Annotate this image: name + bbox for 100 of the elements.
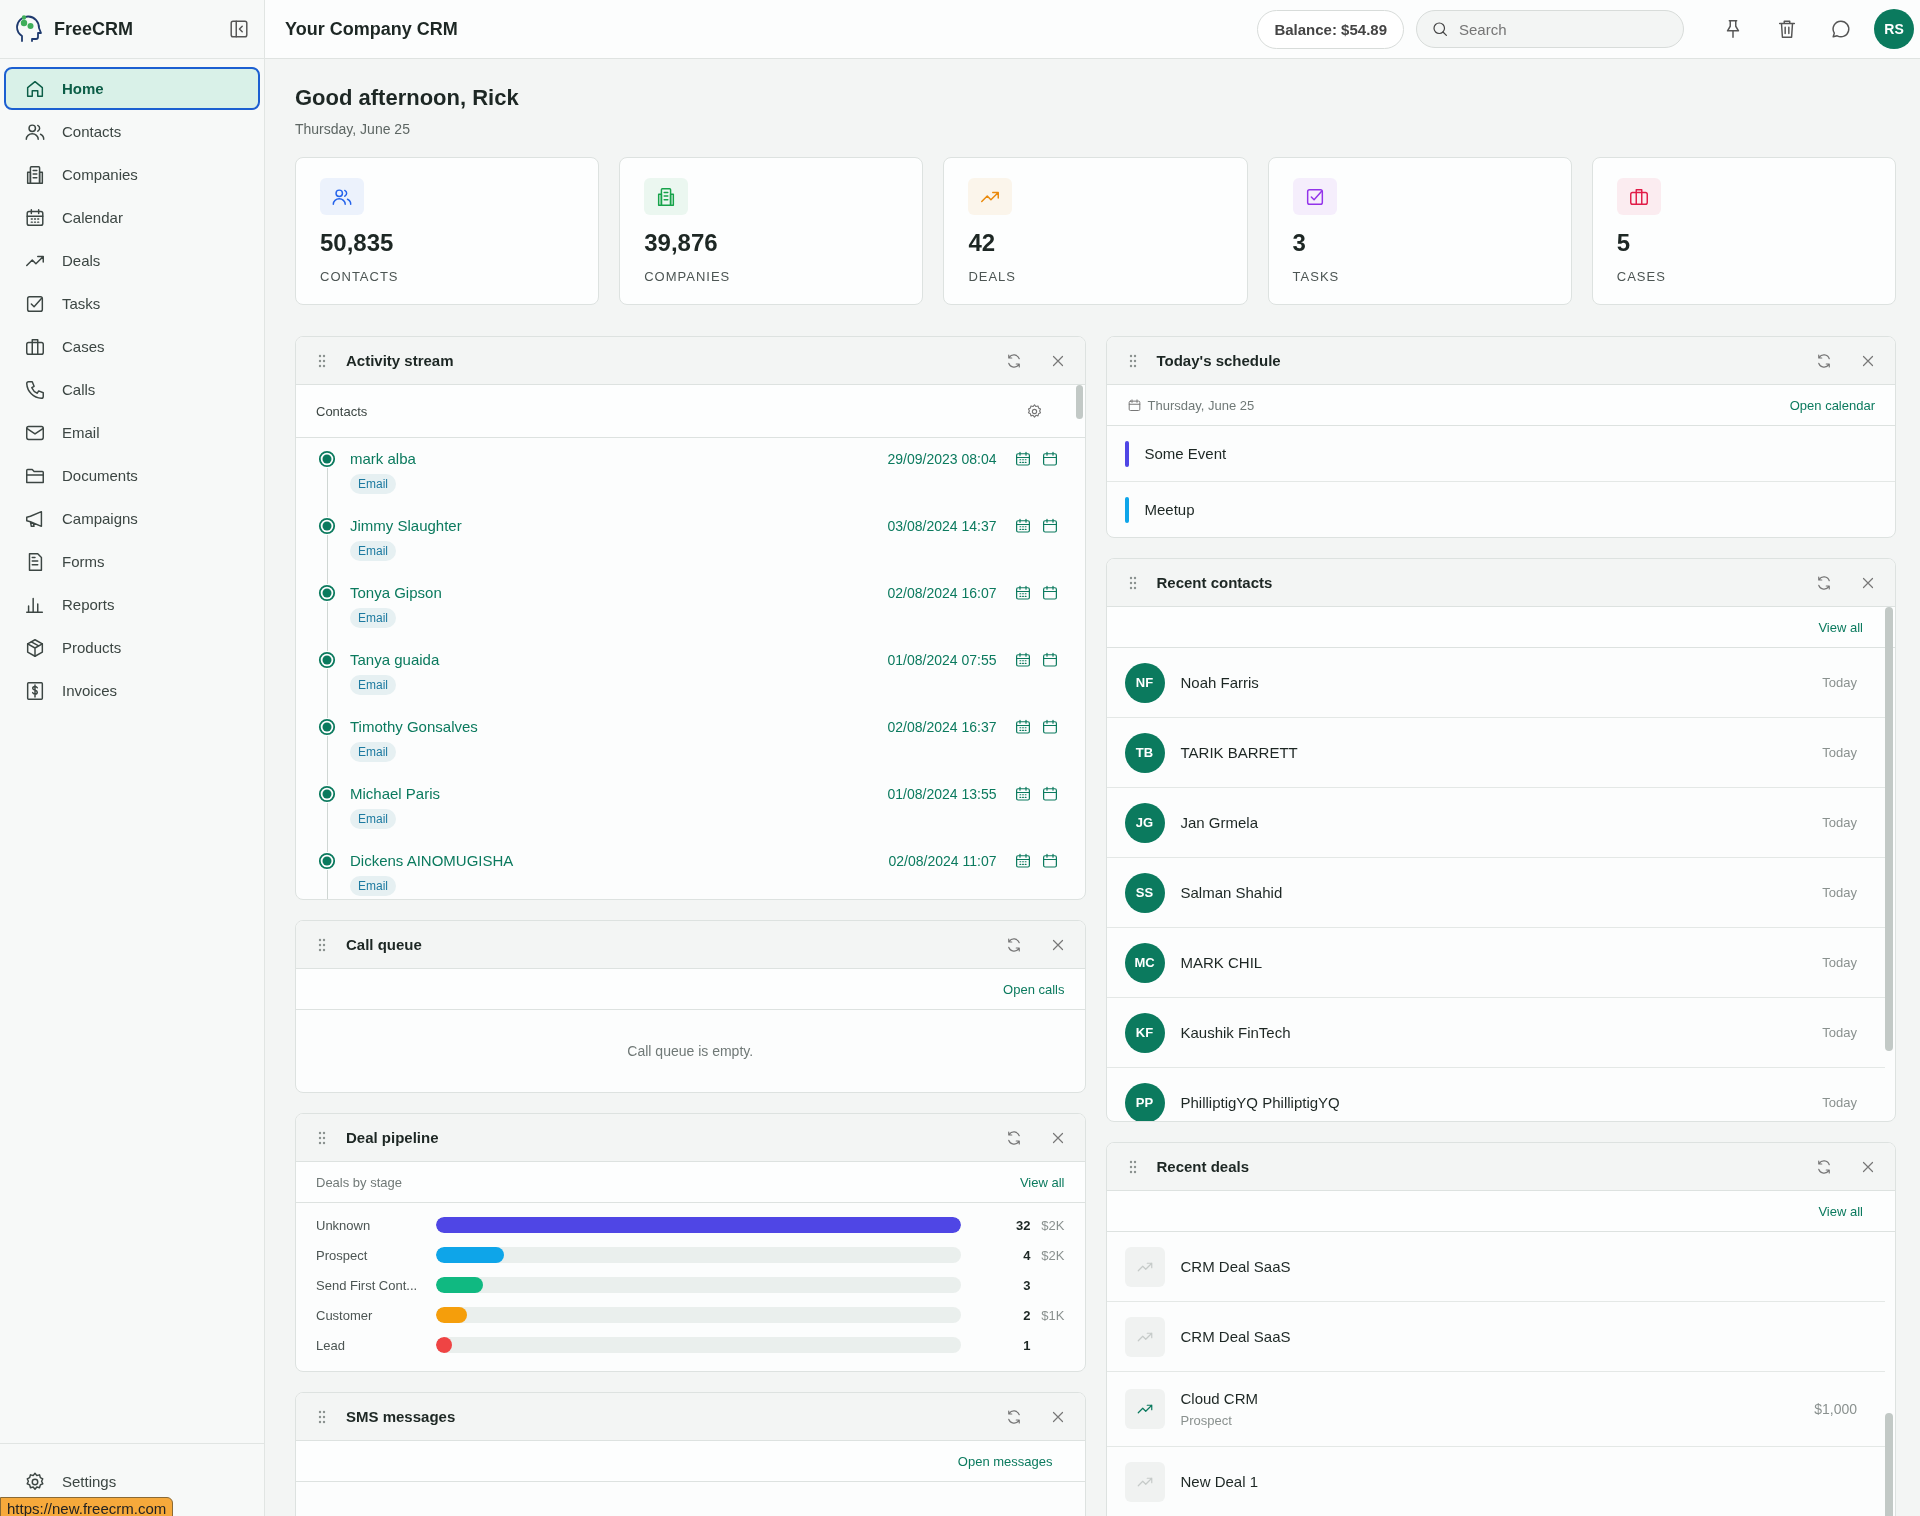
calendar-icon[interactable] (1040, 450, 1059, 468)
drag-handle-icon[interactable] (1128, 1159, 1137, 1174)
panel-title: Deal pipeline (346, 1129, 440, 1146)
sidebar-item[interactable]: Deals (4, 239, 260, 282)
contact-link[interactable]: Dickens AINOMUGISHA (350, 852, 514, 870)
settings-icon (24, 1470, 46, 1493)
activity-filter[interactable]: Contacts (316, 403, 368, 419)
open-calendar-link[interactable]: Open calendar (1789, 397, 1875, 413)
event-title[interactable]: Meetup (1144, 501, 1195, 518)
app-name: FreeCRM (54, 18, 134, 40)
calendar-icon[interactable] (1013, 651, 1032, 669)
calendar-icon[interactable] (1040, 785, 1059, 803)
collapse-sidebar-icon[interactable] (228, 18, 250, 40)
sidebar-item[interactable]: Home (4, 67, 260, 110)
open-calls-link[interactable]: Open calls (1003, 981, 1065, 997)
calendar-icon[interactable] (1040, 852, 1059, 870)
page-title: Your Company CRM (285, 18, 459, 40)
calendar-icon[interactable] (1013, 852, 1032, 870)
refresh-icon[interactable] (1815, 1157, 1833, 1176)
deal-name[interactable]: Cloud CRM (1180, 1390, 1799, 1407)
calendar-icon[interactable] (1013, 584, 1032, 602)
sidebar-item[interactable]: Documents (4, 454, 260, 497)
contact-link[interactable]: Michael Paris (350, 785, 441, 803)
stat-value: 39,876 (644, 229, 718, 257)
contact-avatar: TB (1124, 732, 1165, 773)
stat-card[interactable]: 39,876 COMPANIES (619, 157, 924, 305)
sidebar-item[interactable]: Email (4, 411, 260, 454)
activity-date: 01/08/2024 07:55 (887, 651, 997, 669)
view-all-link[interactable]: View all (1818, 619, 1863, 635)
contact-avatar: MC (1124, 942, 1165, 983)
stat-card[interactable]: 3 TASKS (1267, 157, 1572, 305)
deal-amount: $1,000 (1814, 1401, 1857, 1417)
stat-card[interactable]: 50,835 CONTACTS (295, 157, 600, 305)
stat-value: 3 (1292, 229, 1306, 257)
greeting: Good afternoon, Rick (295, 85, 520, 111)
drag-handle-icon[interactable] (318, 353, 326, 368)
view-all-link[interactable]: View all (1818, 1203, 1863, 1219)
contact-name[interactable]: Salman Shahid (1180, 884, 1807, 901)
contact-link[interactable]: mark alba (350, 450, 416, 468)
calendar-icon[interactable] (1013, 718, 1032, 736)
calendar-icon[interactable] (1040, 718, 1059, 736)
activity-date: 02/08/2024 11:07 (888, 852, 997, 870)
activity-date: 29/09/2023 08:04 (887, 450, 997, 468)
contact-link[interactable]: Tanya guaida (350, 651, 440, 669)
stage-label: Customer (316, 1307, 374, 1323)
panel-subtitle: Deals by stage (316, 1174, 402, 1190)
search-field[interactable]: Search (1457, 19, 1661, 39)
sidebar-item[interactable]: Calendar (4, 196, 260, 239)
sidebar-item[interactable]: Cases (4, 325, 260, 368)
open-messages-link[interactable]: Open messages (957, 1453, 1053, 1469)
contact-name[interactable]: Kaushik FinTech (1180, 1024, 1807, 1041)
box-icon (24, 636, 46, 659)
drag-handle-icon[interactable] (1128, 575, 1137, 590)
sidebar-item[interactable]: Calls (4, 368, 260, 411)
search-bar[interactable]: Search (1416, 10, 1684, 48)
stage-count: 2 (1022, 1307, 1031, 1323)
contact-name[interactable]: PhilliptigYQ PhilliptigYQ (1180, 1094, 1807, 1111)
contact-link[interactable]: Timothy Gonsalves (350, 718, 478, 736)
sidebar-item[interactable]: Invoices (4, 669, 260, 712)
calendar-icon[interactable] (1013, 450, 1032, 468)
drag-handle-icon[interactable] (1128, 353, 1137, 368)
drag-handle-icon[interactable] (318, 1409, 326, 1424)
sidebar-item[interactable]: Reports (4, 583, 260, 626)
drag-handle-icon[interactable] (318, 937, 326, 952)
contact-avatar: KF (1124, 1012, 1165, 1053)
contact-link[interactable]: Tonya Gipson (350, 584, 442, 602)
contact-name[interactable]: Noah Farris (1180, 674, 1807, 691)
sidebar-item[interactable]: Forms (4, 540, 260, 583)
calendar-icon[interactable] (1040, 517, 1059, 535)
deal-name[interactable]: CRM Deal SaaS (1180, 1328, 1833, 1345)
calendar-icon[interactable] (1040, 584, 1059, 602)
refresh-icon[interactable] (1815, 351, 1833, 370)
chat-icon[interactable] (1830, 18, 1852, 40)
deal-name[interactable]: New Deal 1 (1180, 1473, 1833, 1490)
stage-count: 1 (1022, 1337, 1031, 1353)
timeline-dot-icon (318, 450, 336, 468)
calendar-icon[interactable] (1013, 517, 1032, 535)
user-avatar[interactable]: RS (1874, 9, 1914, 49)
stat-card[interactable]: 5 CASES (1591, 157, 1896, 305)
deal-name[interactable]: CRM Deal SaaS (1180, 1258, 1833, 1275)
settings-icon[interactable] (1025, 402, 1043, 420)
calendar-icon[interactable] (1040, 651, 1059, 669)
stat-label: TASKS (1292, 269, 1340, 284)
view-all-link[interactable]: View all (1019, 1174, 1065, 1190)
sidebar-item[interactable]: Contacts (4, 110, 260, 153)
activity-date: 01/08/2024 13:55 (887, 785, 997, 803)
contact-link[interactable]: Jimmy Slaughter (350, 517, 462, 535)
contact-name[interactable]: TARIK BARRETT (1180, 744, 1807, 761)
stat-card[interactable]: 42 DEALS (943, 157, 1248, 305)
sidebar-item[interactable]: Tasks (4, 282, 260, 325)
sidebar-item[interactable]: Products (4, 626, 260, 669)
trash-icon[interactable] (1776, 18, 1798, 40)
event-title[interactable]: Some Event (1144, 445, 1227, 462)
calendar-icon[interactable] (1013, 785, 1032, 803)
contact-name[interactable]: MARK CHIL (1180, 954, 1807, 971)
refresh-icon[interactable] (1815, 573, 1833, 592)
drag-handle-icon[interactable] (318, 1130, 326, 1145)
sidebar-item[interactable]: Companies (4, 153, 260, 196)
contact-name[interactable]: Jan Grmela (1180, 814, 1807, 831)
sidebar-item[interactable]: Campaigns (4, 497, 260, 540)
